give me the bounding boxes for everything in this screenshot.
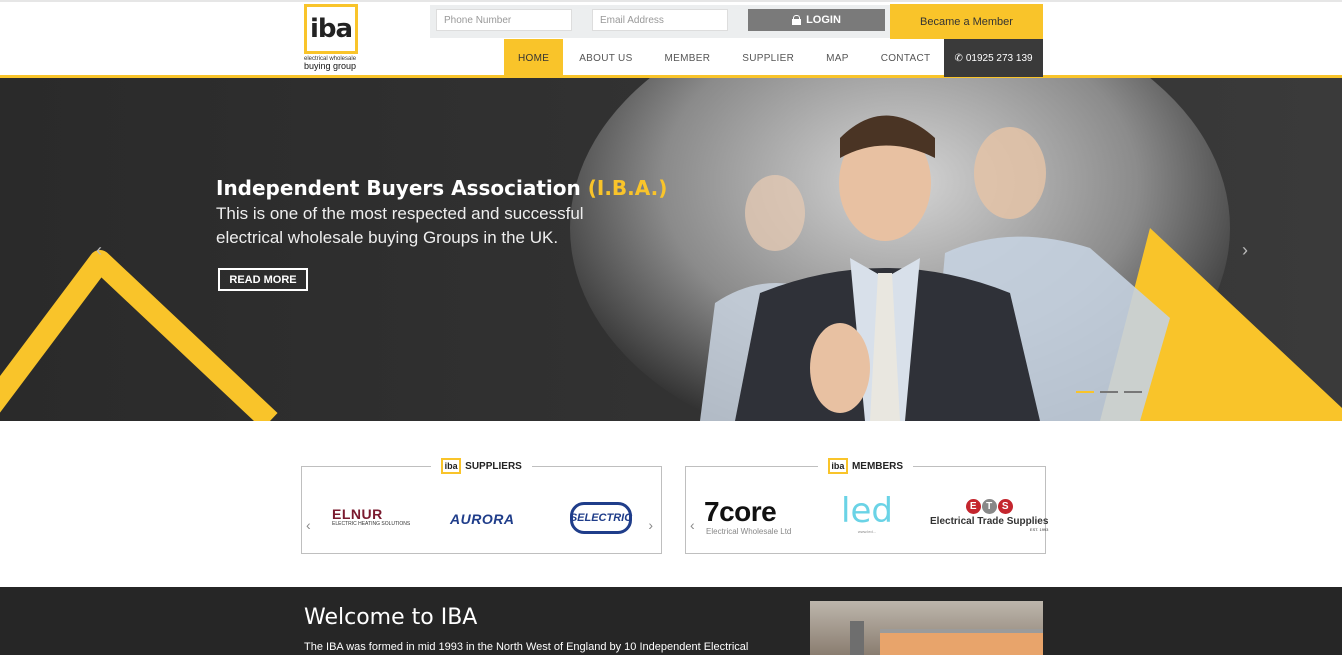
become-member-button[interactable]: Became a Member [890, 4, 1043, 39]
login-label: LOGIN [806, 14, 841, 26]
members-heading-text: MEMBERS [851, 460, 904, 472]
slider-dot[interactable] [1100, 391, 1118, 393]
hero-subtitle: This is one of the most respected and su… [216, 202, 636, 250]
members-prev-icon[interactable]: ‹ [690, 517, 695, 533]
hero-prev-arrow-icon[interactable]: ‹ [96, 240, 102, 261]
supplier-logo-elnur[interactable]: ELNUR ELECTRIC HEATING SOLUTIONS [332, 507, 410, 527]
person-man-right-head [974, 127, 1046, 219]
nav-phone-number: 01925 273 139 [965, 52, 1033, 64]
ets-circle-s: S [997, 499, 1013, 514]
welcome-section: Welcome to IBA The IBA was formed in mid… [0, 587, 1342, 655]
members-heading-wrap: iba MEMBERS [686, 458, 1045, 474]
person-main-thumb-hand [810, 323, 870, 413]
iba-badge-icon: iba [827, 458, 848, 474]
heater-illustration [850, 621, 1043, 655]
hero-background [0, 78, 1342, 421]
led-name: led [841, 491, 893, 531]
site-header: iba electrical wholesale buying group Ph… [0, 0, 1342, 78]
member-logo-ets[interactable]: E T S Electrical Trade Supplies EST. 199… [930, 499, 1048, 532]
slider-dot[interactable] [1076, 391, 1094, 393]
suppliers-carousel: iba SUPPLIERS ‹ ELNUR ELECTRIC HEATING S… [301, 458, 662, 554]
phone-input[interactable]: Phone Number [436, 9, 572, 31]
nav-about-us[interactable]: ABOUT US [563, 39, 648, 77]
iba-logo[interactable]: iba electrical wholesale buying group [304, 4, 360, 76]
nav-map[interactable]: MAP [810, 39, 865, 77]
heater-edge [880, 629, 1043, 633]
ets-circle-t: T [981, 499, 997, 514]
hero-title: Independent Buyers Association (I.B.A.) [216, 176, 667, 200]
suppliers-prev-icon[interactable]: ‹ [306, 517, 311, 533]
ets-circles: E T S [965, 499, 1013, 514]
member-logo-led[interactable]: led www.led... [841, 493, 893, 534]
phone-icon: ✆ [954, 52, 963, 64]
ets-tagline: Electrical Trade Supplies [930, 516, 1049, 527]
nav-home[interactable]: HOME [504, 39, 564, 77]
supplier-logo-aurora[interactable]: AURORA [450, 511, 514, 527]
logo-mark: iba [304, 4, 358, 54]
slider-dot[interactable] [1124, 391, 1142, 393]
suppliers-next-icon[interactable]: › [648, 517, 653, 533]
suppliers-heading-wrap: iba SUPPLIERS [302, 458, 661, 474]
hero-subtitle-line2: electrical wholesale buying Groups in th… [216, 228, 559, 247]
heater-bracket [850, 621, 864, 655]
lock-icon [792, 15, 802, 25]
sevencore-tagline: Electrical Wholesale Ltd [706, 527, 792, 536]
supplier-logo-selectric[interactable]: SELECTRIC [570, 502, 632, 534]
hero-slider: Independent Buyers Association (I.B.A.) … [0, 78, 1342, 421]
person-woman-head [745, 175, 805, 251]
nav-contact[interactable]: CONTACT [865, 39, 947, 77]
suppliers-heading: iba SUPPLIERS [431, 458, 532, 474]
elnur-tagline: ELECTRIC HEATING SOLUTIONS [332, 521, 411, 527]
login-button[interactable]: LOGIN [748, 9, 885, 31]
logo-text: iba [309, 14, 353, 44]
logo-tagline-large: buying group [304, 61, 357, 71]
ets-circle-e: E [965, 499, 981, 514]
nav-phone-button[interactable]: ✆ 01925 273 139 [944, 39, 1043, 77]
members-carousel: iba MEMBERS ‹ 7core Electrical Wholesale… [685, 458, 1048, 554]
heater-glow [880, 631, 1043, 655]
iba-badge-icon: iba [441, 458, 462, 474]
hero-next-arrow-icon[interactable]: › [1242, 240, 1248, 261]
hero-title-accent: (I.B.A.) [587, 176, 668, 200]
main-nav: HOME ABOUT US MEMBER SUPPLIER MAP CONTAC… [504, 39, 946, 77]
email-input[interactable]: Email Address [592, 9, 728, 31]
welcome-image [810, 601, 1043, 655]
ets-since: EST. 1993 [1029, 527, 1049, 532]
sevencore-name: 7core [704, 496, 777, 527]
nav-member[interactable]: MEMBER [649, 39, 727, 77]
hero-subtitle-line1: This is one of the most respected and su… [216, 204, 584, 223]
welcome-text: The IBA was formed in mid 1993 in the No… [304, 641, 749, 653]
welcome-title: Welcome to IBA [304, 605, 478, 630]
login-strip: Phone Number Email Address LOGIN [430, 5, 890, 38]
read-more-button[interactable]: READ MORE [218, 268, 308, 291]
elnur-name: ELNUR [332, 506, 383, 522]
nav-supplier[interactable]: SUPPLIER [726, 39, 810, 77]
slider-dots [1076, 391, 1142, 393]
members-heading: iba MEMBERS [817, 458, 914, 474]
hero-title-main: Independent Buyers Association [216, 176, 581, 200]
member-logo-7core[interactable]: 7core Electrical Wholesale Ltd [704, 496, 792, 537]
led-tagline: www.led... [857, 529, 877, 534]
suppliers-heading-text: SUPPLIERS [465, 460, 522, 472]
